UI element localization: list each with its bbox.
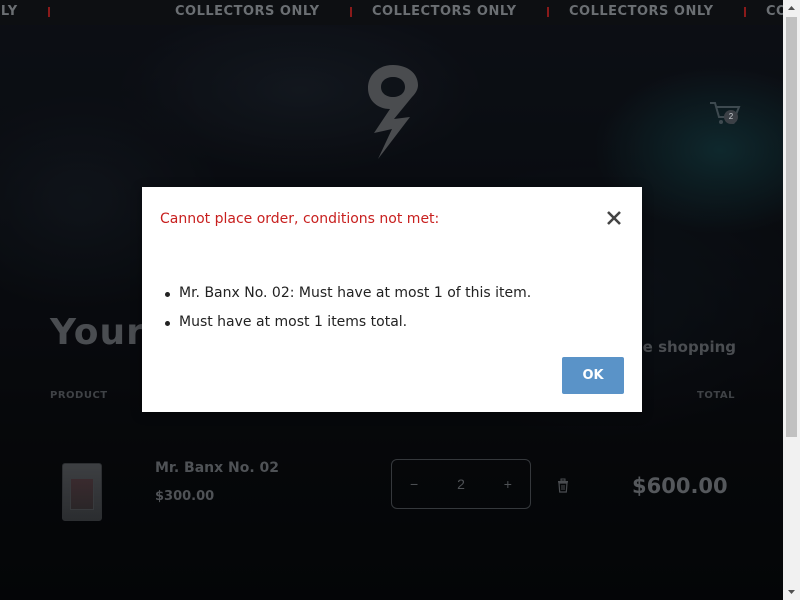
continue-shopping-link[interactable]: ue shopping	[632, 338, 736, 356]
marquee-text: COLLECTORS ONLY	[372, 4, 517, 19]
lightning-two-logo[interactable]	[366, 63, 420, 161]
dialog-title: Cannot place order, conditions not met:	[160, 211, 440, 227]
marquee-text: ONLY	[0, 4, 18, 19]
marquee-separator	[546, 6, 549, 17]
error-item: Must have at most 1 items total.	[164, 314, 531, 331]
column-header-total: TOTAL	[697, 390, 735, 401]
quantity-input[interactable]: 2	[457, 476, 465, 492]
scroll-up-arrow-icon[interactable]	[783, 0, 800, 17]
ok-button[interactable]: OK	[562, 357, 624, 394]
marquee-text: COLLECTORS	[766, 4, 783, 19]
error-list: Mr. Banx No. 02: Must have at most 1 of …	[164, 285, 532, 343]
close-icon[interactable]	[605, 209, 623, 227]
announcement-marquee: ONLY COLLECTORS ONLY COLLECTORS ONLY COL…	[0, 0, 783, 25]
error-item: Mr. Banx No. 02: Must have at most 1 of …	[164, 285, 532, 301]
decrease-quantity-button[interactable]: −	[410, 476, 418, 492]
marquee-separator	[349, 6, 352, 17]
product-image	[70, 478, 94, 510]
increase-quantity-button[interactable]: +	[504, 476, 512, 492]
scrollbar-thumb[interactable]	[786, 17, 797, 437]
line-total: $600.00	[632, 474, 728, 498]
marquee-separator	[743, 6, 746, 17]
product-price: $300.00	[155, 489, 215, 504]
page-title: Your	[50, 312, 145, 353]
product-name[interactable]: Mr. Banx No. 02	[155, 460, 279, 476]
trash-icon[interactable]	[557, 478, 569, 493]
cart-count-badge: 2	[724, 110, 738, 124]
scroll-down-arrow-icon[interactable]	[783, 583, 800, 600]
marquee-text: COLLECTORS ONLY	[569, 4, 714, 19]
quantity-stepper: − 2 +	[391, 459, 531, 509]
scrollbar[interactable]	[783, 0, 800, 600]
product-thumbnail[interactable]	[62, 463, 102, 521]
column-header-product: PRODUCT	[50, 390, 108, 401]
marquee-text: COLLECTORS ONLY	[175, 4, 320, 19]
order-error-dialog: Cannot place order, conditions not met: …	[142, 187, 642, 412]
marquee-separator	[47, 6, 50, 17]
